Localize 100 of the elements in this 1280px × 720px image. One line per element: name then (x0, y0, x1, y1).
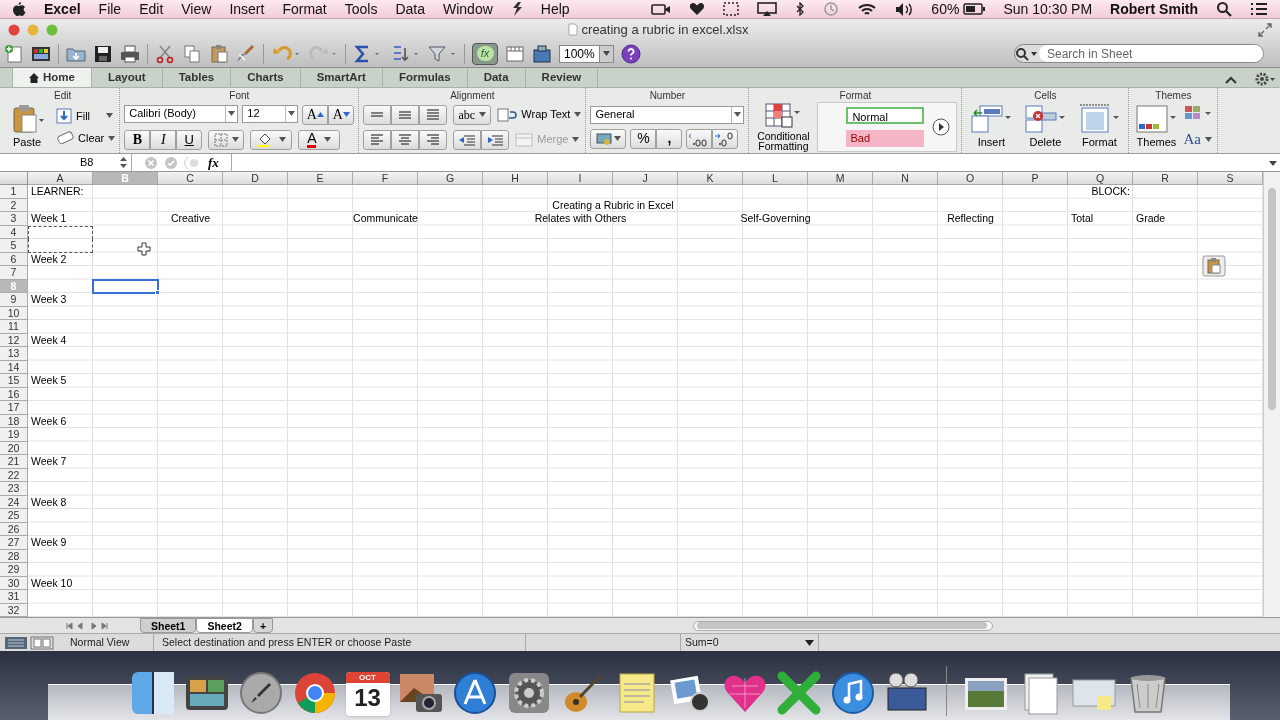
gallery-icon[interactable] (505, 43, 525, 64)
column-header[interactable]: N (873, 172, 938, 185)
search-icon[interactable] (1216, 1, 1232, 17)
column-header[interactable]: J (613, 172, 678, 185)
row-header[interactable]: 19 (0, 428, 28, 442)
save-icon[interactable] (93, 43, 113, 64)
row-header[interactable]: 31 (0, 590, 28, 604)
row-header[interactable]: 3 (0, 212, 28, 226)
ribbon-tab[interactable]: SmartArt (300, 68, 383, 87)
menu-item[interactable]: Data (395, 0, 425, 20)
align-right-button[interactable] (419, 129, 448, 150)
theme-colors-icon[interactable] (1183, 103, 1214, 122)
column-header[interactable]: D (223, 172, 288, 185)
percent-button[interactable]: % (630, 128, 657, 149)
column-header[interactable]: I (548, 172, 613, 185)
menu-item[interactable]: Help (540, 0, 570, 20)
column-header[interactable]: C (158, 172, 223, 185)
column-header[interactable]: P (1003, 172, 1068, 185)
cross-icon[interactable] (775, 670, 822, 716)
gear-icon[interactable] (1254, 71, 1276, 87)
cells-button[interactable]: Insert (966, 103, 1017, 151)
wrap-text-button[interactable]: Wrap Text (497, 104, 582, 125)
fill-button[interactable]: Fill (56, 107, 116, 124)
clipboard-icon[interactable] (209, 43, 229, 64)
apple-icon[interactable] (12, 1, 26, 17)
scissors-icon[interactable] (155, 43, 175, 64)
filter-icon[interactable] (427, 43, 457, 64)
sheet-tab[interactable]: Sheet1 (140, 618, 197, 633)
column-header[interactable]: A (28, 172, 93, 185)
menu-item[interactable]: Tools (344, 0, 378, 20)
add-sheet-button[interactable]: + (252, 618, 273, 633)
clear-button[interactable]: Clear (56, 130, 116, 147)
row-header[interactable]: 1 (0, 185, 28, 199)
menu-item[interactable]: Insert (229, 0, 265, 20)
selected-cell[interactable] (92, 278, 159, 294)
ribbon-tab[interactable]: Review (525, 68, 599, 87)
currency-button[interactable] (590, 128, 627, 149)
paintbrush-icon[interactable] (236, 43, 256, 64)
number-format-dropdown[interactable]: General (590, 105, 745, 124)
music-note-icon[interactable] (829, 670, 876, 716)
airplay-icon[interactable] (757, 2, 778, 16)
bold-button[interactable]: B (124, 129, 151, 150)
font-family-dropdown[interactable]: Calibri (Body) (124, 104, 239, 123)
row-header[interactable]: 11 (0, 320, 28, 334)
paste-button[interactable]: Paste (10, 103, 44, 151)
toolbox-icon[interactable] (532, 43, 552, 64)
scrollbar-thumb[interactable] (1268, 188, 1276, 410)
close-icon[interactable] (8, 23, 20, 36)
column-header[interactable]: H (483, 172, 548, 185)
row-header[interactable]: 7 (0, 266, 28, 280)
list-icon[interactable] (1250, 2, 1268, 16)
normal-view-icon[interactable] (4, 635, 28, 650)
menu-item[interactable]: View (181, 0, 212, 20)
menu-clock[interactable]: Sun 10:30 PM (1003, 0, 1093, 20)
align-center-button[interactable] (391, 129, 420, 150)
copy-icon[interactable] (182, 43, 202, 64)
align-top-button[interactable] (363, 104, 392, 125)
cell-style[interactable]: Bad (846, 130, 925, 147)
cell-style[interactable]: Normal (846, 107, 925, 124)
app-menu[interactable]: Excel (44, 0, 81, 20)
page-layout-view-icon[interactable] (30, 635, 54, 650)
column-header[interactable]: S (1198, 172, 1263, 185)
insert-function-button[interactable]: fx (208, 152, 219, 173)
ribbon-tab[interactable]: Tables (162, 68, 232, 87)
row-header[interactable]: 9 (0, 293, 28, 307)
align-left-button[interactable] (363, 129, 392, 150)
borders-button[interactable] (208, 129, 245, 150)
menu-item[interactable]: Format (282, 0, 327, 20)
column-header[interactable]: F (353, 172, 418, 185)
decrease-decimal-button[interactable] (712, 128, 739, 149)
search-field[interactable]: Search in Sheet (1014, 44, 1264, 63)
row-header[interactable]: 27 (0, 536, 28, 550)
decrease-indent-button[interactable] (453, 129, 482, 150)
grow-font-button[interactable]: A (302, 104, 329, 125)
column-header[interactable]: M (808, 172, 873, 185)
formula-builder-button[interactable]: fx (472, 42, 498, 65)
calendar-icon[interactable]: OCT 13 (345, 672, 390, 716)
align-middle-button[interactable] (391, 104, 420, 125)
column-header[interactable]: E (288, 172, 353, 185)
row-header[interactable]: 21 (0, 455, 28, 469)
underline-button[interactable]: U (176, 129, 203, 150)
column-header[interactable]: R (1133, 172, 1198, 185)
row-header[interactable]: 15 (0, 374, 28, 388)
row-header[interactable]: 25 (0, 509, 28, 523)
name-box[interactable]: B8 (0, 154, 132, 171)
new-workbook-icon[interactable] (4, 43, 24, 64)
zoom-field[interactable]: 100% (559, 44, 614, 63)
increase-decimal-button[interactable] (686, 128, 713, 149)
paste-options-icon[interactable] (1202, 255, 1226, 277)
row-header[interactable]: 29 (0, 563, 28, 577)
heart-icon[interactable] (689, 2, 706, 16)
column-header[interactable]: G (418, 172, 483, 185)
font-size-dropdown[interactable]: 12 (242, 104, 299, 123)
ribbon-tab[interactable]: Data (467, 68, 526, 87)
font-color-button[interactable]: A (298, 129, 341, 150)
shrink-font-button[interactable]: A (328, 104, 355, 125)
comma-button[interactable]: , (656, 128, 683, 149)
scrollbar-thumb[interactable] (697, 622, 987, 629)
ribbon-tab[interactable]: Home (12, 68, 92, 87)
theme-fonts-button[interactable]: Aa (1183, 127, 1214, 151)
